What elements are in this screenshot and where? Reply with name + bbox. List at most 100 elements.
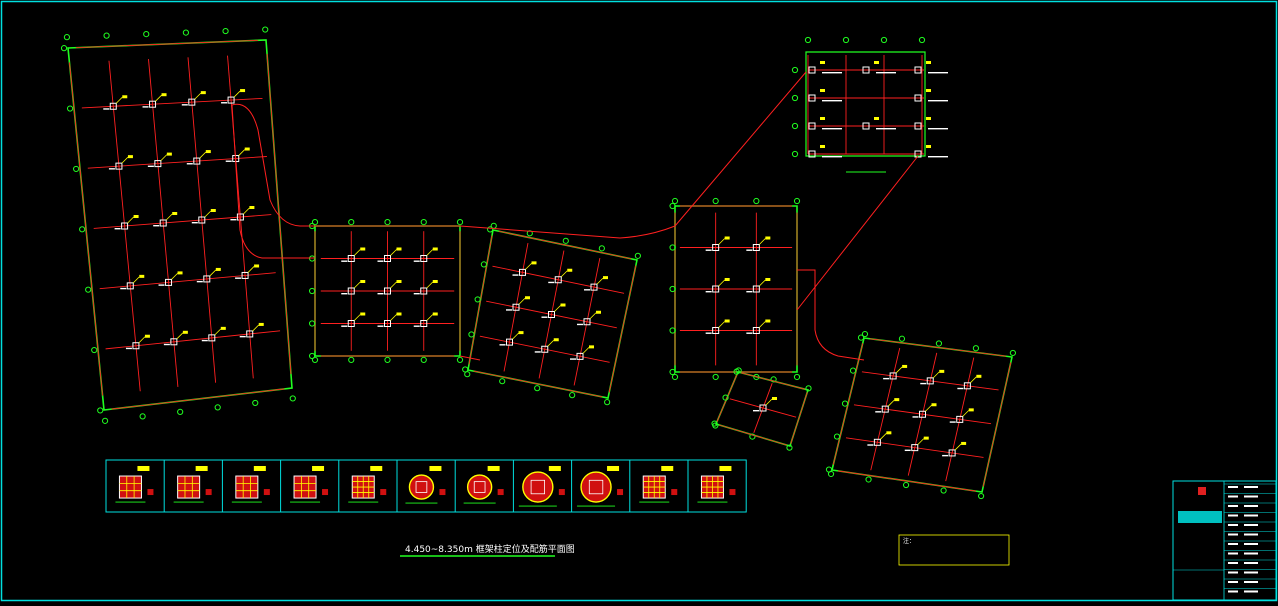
axis-bubble — [309, 320, 316, 327]
dim-text — [957, 387, 964, 390]
dim-text — [920, 382, 927, 385]
dim-text — [230, 219, 237, 221]
inset-outline — [805, 51, 926, 157]
column-tag — [567, 268, 573, 272]
section-tag — [253, 466, 266, 471]
column-leader — [176, 332, 184, 340]
axis-bubble — [825, 466, 833, 473]
column-tag — [874, 117, 879, 120]
column-leader — [887, 399, 895, 407]
column-leader — [115, 96, 123, 104]
title-block-text — [1228, 505, 1238, 507]
axis-bubble — [791, 150, 799, 158]
hook-detail — [263, 489, 270, 496]
column-leader — [390, 249, 397, 256]
column-leader — [390, 281, 397, 289]
dim-text — [506, 309, 512, 311]
title-block-text — [1244, 571, 1258, 574]
column-tag — [560, 303, 566, 307]
column-tag — [926, 145, 931, 148]
column-leader — [426, 314, 434, 321]
column-tag — [161, 93, 167, 97]
column-tag — [926, 117, 931, 120]
dim-text — [705, 291, 712, 293]
column-leader — [252, 324, 260, 332]
title-block-text — [1244, 581, 1258, 583]
column-tag — [724, 278, 730, 281]
axis-bubble — [833, 433, 841, 440]
title-block-text — [1228, 543, 1238, 545]
column-leader — [962, 410, 970, 417]
dim-text — [541, 316, 548, 318]
section-outline — [466, 474, 493, 500]
title-block — [1172, 480, 1277, 601]
axis-bubble — [101, 417, 109, 424]
column-tag — [360, 247, 366, 251]
axis-outline — [467, 229, 638, 399]
axis-bubble — [562, 237, 569, 244]
axis-bubble — [85, 286, 92, 293]
hook-detail — [380, 489, 387, 496]
dim-text — [883, 377, 890, 380]
title-block-text — [1228, 590, 1238, 593]
dim-text — [746, 291, 753, 293]
structural-plan-drawing: 4.450~8.350m 框架柱定位及配筋平面图 注： — [0, 0, 1278, 602]
grid-line — [853, 404, 992, 425]
axis-bubble — [139, 413, 146, 420]
axis-bubble — [569, 392, 576, 399]
column-tag — [172, 212, 178, 215]
dim-text — [746, 249, 753, 251]
column-tag — [968, 408, 974, 412]
column-section-3 — [231, 466, 270, 503]
axis-bubble — [384, 356, 391, 363]
dim-text — [413, 293, 420, 295]
grid-line — [99, 272, 276, 290]
axis-bubble — [634, 252, 641, 259]
column-leader — [917, 438, 925, 445]
axis-bubble — [63, 34, 71, 41]
column-section-9 — [577, 466, 624, 507]
grid-line — [845, 437, 984, 458]
title-block-text — [1228, 581, 1238, 583]
dim-text — [822, 72, 842, 74]
cad-drawing-sheet: 4.450~8.350m 框架柱定位及配筋平面图 注： — [0, 0, 1278, 602]
column-section-1 — [115, 466, 154, 503]
hook-detail — [205, 489, 212, 496]
column-section-6 — [405, 466, 446, 504]
column-tag — [258, 322, 264, 326]
column-tag — [902, 364, 908, 368]
dim-text — [413, 260, 420, 262]
section-tag — [312, 466, 325, 471]
column-leader — [525, 263, 532, 270]
company-logo — [1198, 487, 1206, 495]
dim-text — [822, 100, 842, 102]
column-tag — [144, 334, 150, 338]
hook-detail — [497, 489, 504, 496]
axis-bubble — [880, 36, 888, 44]
dim-text — [822, 156, 842, 158]
plan-wing — [711, 367, 812, 451]
dim-text — [912, 416, 919, 418]
axis-bubble — [842, 36, 850, 44]
column-tag — [525, 296, 530, 300]
section-outline — [293, 475, 317, 499]
dim-text — [147, 165, 154, 167]
grid-line — [861, 371, 999, 391]
axis-bubble — [534, 385, 541, 392]
axis-bubble — [935, 340, 943, 347]
grid-line — [81, 97, 263, 109]
axis-bubble — [671, 373, 679, 381]
axis-bubble — [143, 31, 150, 38]
hook-detail — [439, 489, 446, 496]
axis-bubble — [940, 487, 947, 494]
grid-line — [716, 373, 738, 423]
dim-text — [753, 410, 759, 412]
column-leader — [759, 279, 766, 287]
column-tag — [396, 312, 402, 316]
dim-text — [928, 128, 948, 130]
column-section-10 — [639, 466, 678, 503]
axis-bubble — [671, 197, 679, 205]
column-section-8 — [518, 466, 565, 507]
column-leader — [512, 332, 519, 340]
column-tag — [127, 155, 133, 159]
